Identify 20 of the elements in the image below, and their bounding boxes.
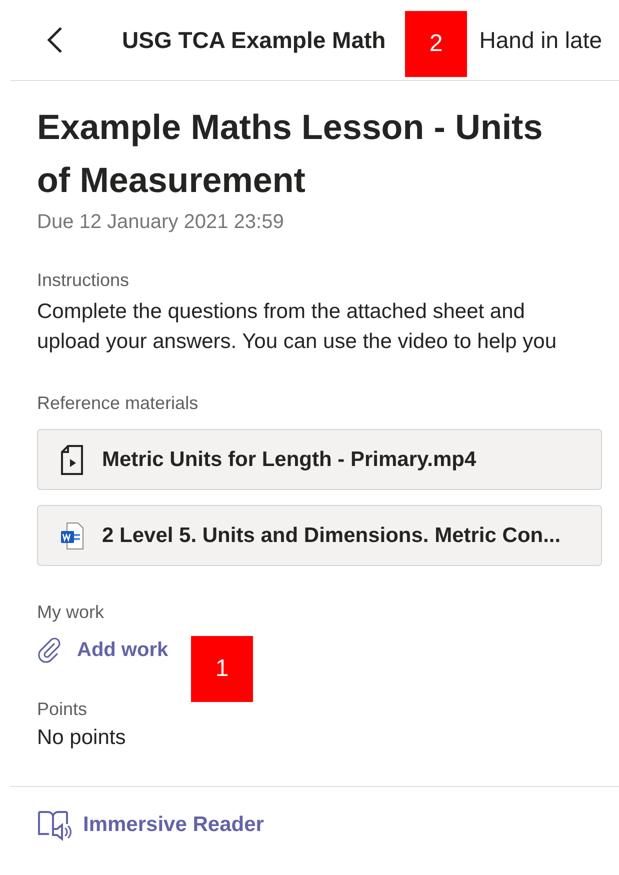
hand-in-late-button[interactable]: Hand in late xyxy=(479,26,602,54)
assignment-title: Example Maths Lesson - Units of Measurement xyxy=(37,107,544,202)
video-file-icon xyxy=(60,444,84,474)
section-label: Instructions xyxy=(37,270,130,291)
instructions-text: Complete the questions from the attached sheet and upload your answers. You can use the video to help you xyxy=(37,299,558,355)
section-label: Reference materials xyxy=(37,393,200,414)
immersive-reader-link[interactable]: Immersive Reader xyxy=(37,809,264,841)
add-work-link[interactable]: Add work xyxy=(37,637,168,663)
class-title: USG TCA Example Math xyxy=(122,26,386,54)
book-speaker-icon xyxy=(37,809,73,841)
due-date: Due 12 January 2021 23:59 xyxy=(37,211,285,234)
attachment-card[interactable]: 2 Level 5. Units and Dimensions. Metric Con... xyxy=(37,505,602,566)
section-label: My work xyxy=(37,602,105,623)
section-label: Points xyxy=(37,699,88,720)
annotation-marker: 1 xyxy=(191,636,253,702)
attachment-card[interactable]: Metric Units for Length - Primary.mp4 xyxy=(37,429,602,490)
points-value: No points xyxy=(37,726,127,750)
paperclip-icon xyxy=(37,637,63,663)
word-document-icon xyxy=(60,522,84,550)
annotation-marker: 2 xyxy=(405,11,467,77)
